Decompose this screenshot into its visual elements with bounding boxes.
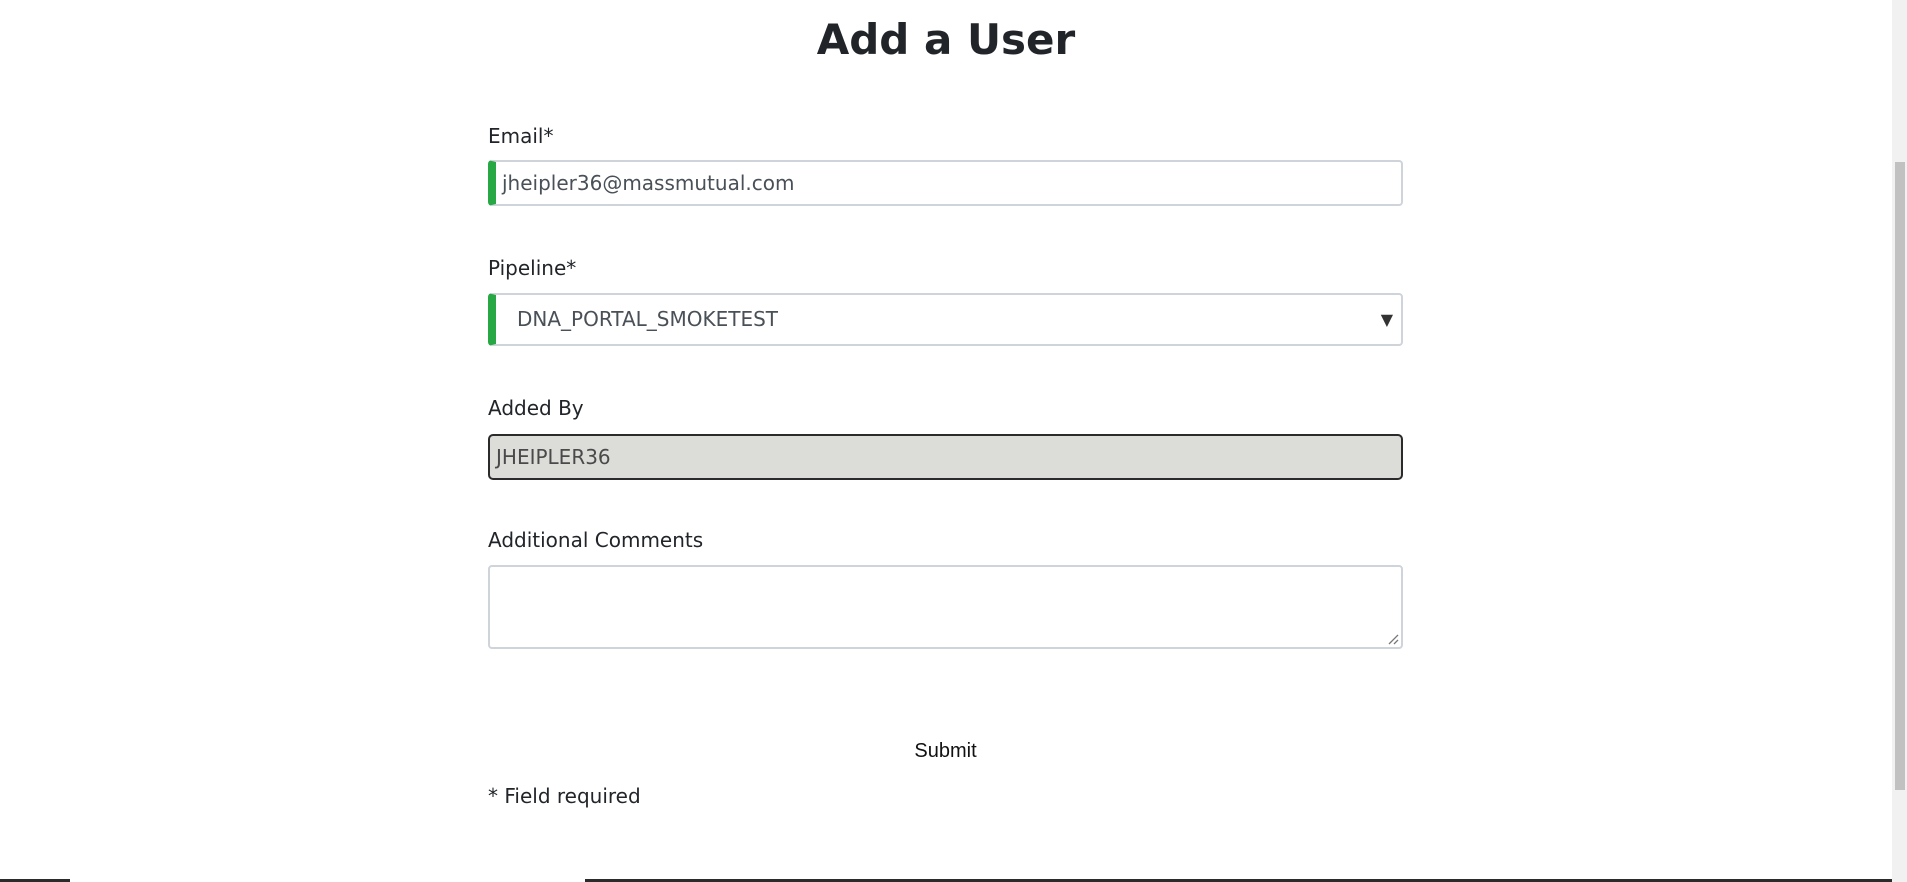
pipeline-selected-value: DNA_PORTAL_SMOKETEST bbox=[517, 307, 778, 331]
required-field-note: * Field required bbox=[488, 784, 641, 808]
added-by-value: JHEIPLER36 bbox=[496, 445, 611, 469]
email-label: Email* bbox=[488, 124, 554, 148]
additional-comments-label: Additional Comments bbox=[488, 528, 704, 552]
chevron-down-icon[interactable]: ▼ bbox=[1381, 295, 1393, 344]
resize-handle-icon[interactable] bbox=[1387, 633, 1399, 645]
added-by-label: Added By bbox=[488, 396, 584, 420]
submit-button[interactable]: Submit bbox=[488, 736, 1403, 766]
pipeline-label: Pipeline* bbox=[488, 256, 577, 280]
email-value: jheipler36@massmutual.com bbox=[502, 171, 795, 195]
scrollbar-thumb[interactable] bbox=[1895, 162, 1905, 790]
added-by-field: JHEIPLER36 bbox=[488, 434, 1403, 480]
add-user-page: Add a User Email* jheipler36@massmutual.… bbox=[0, 0, 1907, 882]
pipeline-select[interactable]: DNA_PORTAL_SMOKETEST ▼ bbox=[488, 293, 1403, 346]
additional-comments-textarea[interactable] bbox=[488, 565, 1403, 649]
page-title: Add a User bbox=[816, 15, 1076, 64]
email-field[interactable]: jheipler36@massmutual.com bbox=[488, 160, 1403, 206]
